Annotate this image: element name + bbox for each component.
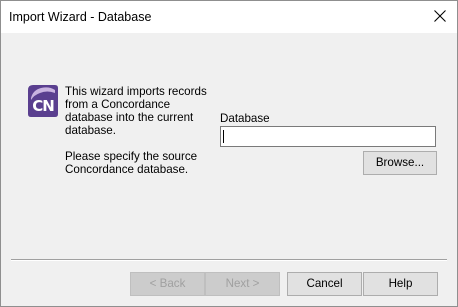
title-bar: Import Wizard - Database <box>1 1 457 33</box>
back-button-label: < Back <box>149 277 186 290</box>
cancel-button[interactable]: Cancel <box>287 272 362 296</box>
next-button-label: Next > <box>225 277 260 290</box>
import-wizard-dialog: Import Wizard - Database CN This wizard … <box>0 0 458 307</box>
database-input[interactable] <box>220 126 436 147</box>
logo-text: CN <box>32 97 55 115</box>
database-label: Database <box>220 112 270 125</box>
intro-text: This wizard imports records from a Conco… <box>65 85 207 137</box>
cancel-button-label: Cancel <box>306 277 343 290</box>
close-button[interactable] <box>423 1 457 31</box>
separator-line <box>11 259 447 261</box>
text-caret <box>223 130 224 143</box>
back-button[interactable]: < Back <box>130 272 205 296</box>
window-title: Import Wizard - Database <box>9 10 152 24</box>
help-button[interactable]: Help <box>363 272 438 296</box>
instruction-text: Please specify the source Concordance da… <box>65 150 198 176</box>
browse-button[interactable]: Browse... <box>363 151 437 175</box>
concordance-logo: CN <box>27 84 59 118</box>
browse-button-label: Browse... <box>375 156 425 169</box>
close-icon <box>434 10 446 22</box>
help-button-label: Help <box>388 277 413 290</box>
next-button[interactable]: Next > <box>205 272 280 296</box>
